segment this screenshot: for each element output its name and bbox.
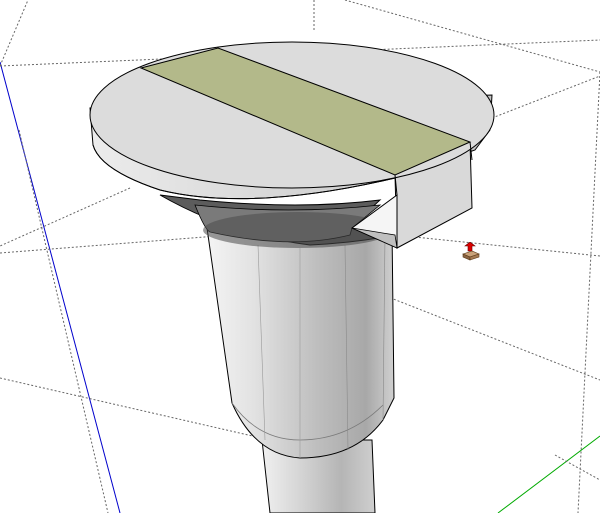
modeling-viewport[interactable] bbox=[0, 0, 600, 513]
3d-scene[interactable] bbox=[0, 0, 600, 513]
screw-shaft[interactable] bbox=[206, 227, 395, 459]
push-pull-cursor-icon bbox=[462, 242, 480, 262]
green-axis bbox=[497, 435, 600, 513]
head-underside[interactable] bbox=[159, 194, 396, 248]
